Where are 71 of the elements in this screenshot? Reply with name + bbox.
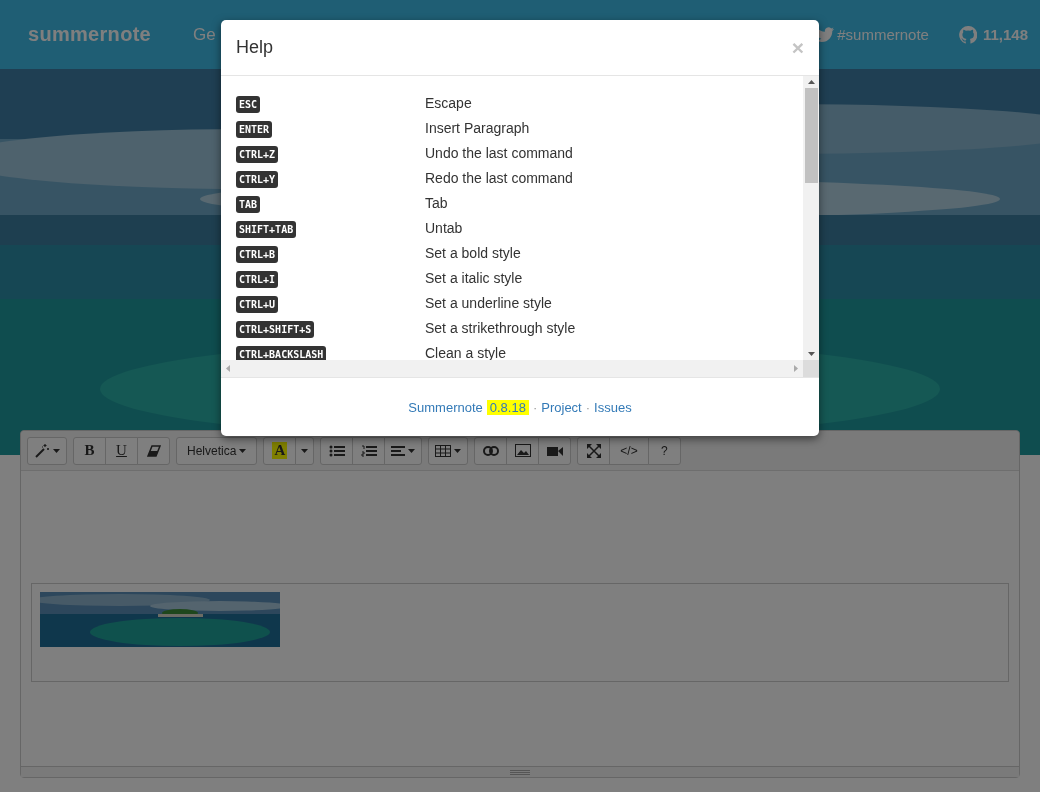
toolbar-button[interactable]: Helvetica — [176, 436, 258, 465]
shortcut-description: Untab — [425, 219, 463, 236]
up-arrow-icon — [807, 80, 815, 84]
toolbar-button[interactable] — [474, 436, 508, 465]
key-badge: CTRL+Y — [236, 170, 279, 188]
toolbar-button[interactable] — [384, 436, 423, 465]
toolbar-button[interactable] — [295, 436, 315, 465]
numbered-list-icon — [360, 444, 377, 457]
toolbar-button[interactable]: A — [263, 436, 297, 465]
toolbar-button[interactable] — [27, 436, 67, 465]
toolbar-button[interactable]: B — [73, 436, 106, 465]
image-icon — [514, 444, 531, 457]
toolbar-button[interactable] — [320, 436, 354, 465]
key-badge: ENTER — [236, 120, 273, 138]
fullscreen-icon — [586, 443, 601, 458]
key-badge: CTRL+I — [236, 270, 279, 288]
shortcut-description: Escape — [425, 94, 472, 111]
toolbar-button[interactable] — [137, 436, 170, 465]
shortcut-description: Set a strikethrough style — [425, 319, 576, 336]
key-badge: ESC — [236, 95, 261, 113]
caret-icon — [301, 448, 309, 453]
toolbar-button[interactable] — [538, 436, 572, 465]
toolbar-button[interactable] — [577, 436, 611, 465]
vertical-scrollbar[interactable] — [803, 76, 819, 360]
github-icon — [958, 25, 977, 44]
shortcut-description: Insert Paragraph — [425, 119, 530, 136]
footer-link[interactable]: Issues — [594, 399, 632, 415]
shortcut-description: Set a italic style — [425, 269, 523, 286]
key-badge: TAB — [236, 195, 261, 213]
caret-icon — [239, 448, 247, 453]
toolbar-button[interactable] — [352, 436, 386, 465]
left-arrow-icon — [226, 365, 230, 372]
video-icon — [546, 444, 563, 457]
align-icon — [391, 444, 406, 457]
caret-icon — [408, 448, 416, 453]
toolbar-button[interactable] — [506, 436, 540, 465]
dialog-title: Help — [236, 37, 274, 58]
key-badge: CTRL+Z — [236, 145, 279, 163]
resize-handle[interactable] — [21, 766, 1019, 777]
key-badge: CTRL+BACKSLASH — [236, 345, 327, 360]
shortcut-description: Set a underline style — [425, 294, 552, 311]
toolbar-button[interactable]: </> — [609, 436, 649, 465]
key-badge: CTRL+B — [236, 245, 279, 263]
footer-link[interactable]: Project — [541, 399, 582, 415]
caret-icon — [53, 448, 60, 453]
key-badge: SHIFT+TAB — [236, 220, 297, 238]
caret-icon — [454, 448, 462, 453]
summernote-link[interactable]: Summernote — [408, 399, 483, 415]
toolbar-button[interactable] — [428, 436, 469, 465]
table-icon — [435, 444, 452, 457]
eraser-icon — [146, 444, 161, 457]
bullet-list-icon — [328, 444, 345, 457]
version-text: 0.8.18 — [486, 399, 529, 415]
down-arrow-icon — [807, 352, 815, 356]
wand-icon — [34, 442, 50, 459]
key-badge: CTRL+U — [236, 295, 279, 313]
separator: · — [585, 399, 591, 415]
toolbar-button[interactable]: U — [105, 436, 138, 465]
scrollbar-thumb[interactable] — [804, 88, 818, 183]
toolbar-button[interactable]: ? — [647, 436, 681, 465]
shortcut-description: Clean a style — [425, 344, 506, 360]
shortcut-description: Undo the last command — [425, 144, 573, 161]
right-arrow-icon — [794, 365, 798, 372]
shortcut-description: Redo the last command — [425, 169, 573, 186]
shortcut-description: Set a bold style — [425, 244, 521, 261]
shortcut-description: Tab — [425, 194, 448, 211]
grip-icon — [510, 769, 530, 775]
horizontal-scrollbar[interactable] — [221, 360, 803, 377]
key-badge: CTRL+SHIFT+S — [236, 320, 315, 338]
separator: · — [532, 399, 538, 415]
link-icon — [482, 445, 499, 456]
